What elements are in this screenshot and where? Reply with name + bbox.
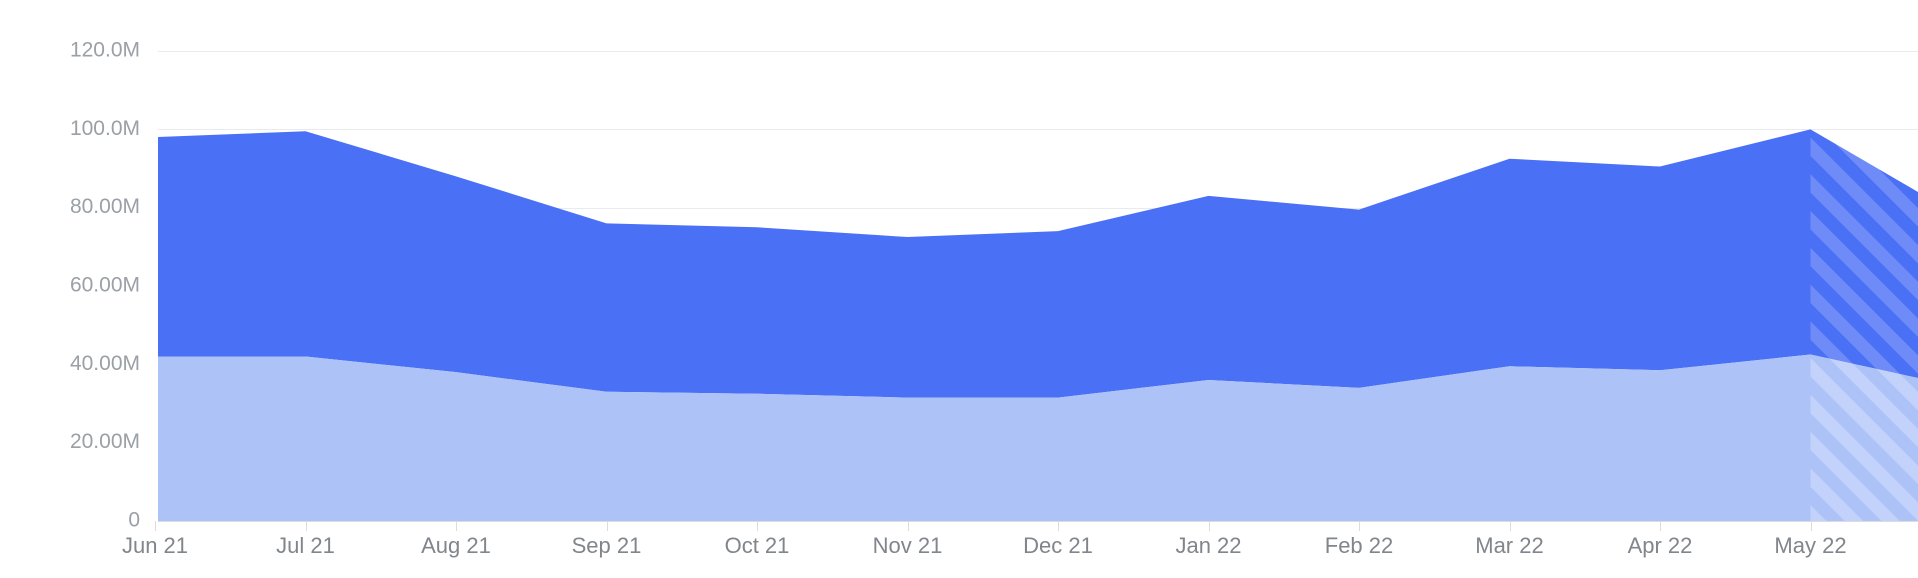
x-axis-tick-label: Dec 21 — [1023, 533, 1093, 558]
x-axis-tick-label: Jul 21 — [276, 533, 335, 558]
y-axis-tick-label: 0 — [128, 509, 140, 532]
upper-series-area — [158, 129, 1811, 398]
chart-areas — [158, 129, 1918, 521]
stacked-area-chart: 0 20.00M 40.00M 60.00M 80.00M 100.0M 120.0M Ju… — [0, 0, 1918, 578]
y-axis-tick-label: 100.0M — [70, 117, 140, 140]
x-axis-tick-label: Sep 21 — [572, 533, 642, 558]
x-axis-labels: Jun 21 Jul 21 Aug 21 Sep 21 Oct 21 Nov 21 Dec … — [122, 533, 1847, 558]
y-axis-tick-label: 120.0M — [70, 39, 140, 62]
y-axis-tick-label: 20.00M — [70, 430, 140, 453]
y-axis-tick-label: 40.00M — [70, 352, 140, 375]
x-axis-tick-label: Oct 21 — [725, 533, 790, 558]
lower-series-projection-area — [1810, 354, 1918, 521]
x-axis-tick-label: Feb 22 — [1325, 533, 1394, 558]
x-axis-tick-label: May 22 — [1774, 533, 1846, 558]
chart-canvas: 0 20.00M 40.00M 60.00M 80.00M 100.0M 120.0M Ju… — [70, 39, 1918, 558]
upper-series-projection-area — [1810, 129, 1918, 379]
x-axis-tick-label: Jan 22 — [1175, 533, 1241, 558]
x-axis-tick-label: Apr 22 — [1628, 533, 1693, 558]
x-axis-tick-label: Nov 21 — [873, 533, 943, 558]
y-axis-tick-label: 60.00M — [70, 274, 140, 297]
x-axis-ticks — [155, 521, 1812, 531]
x-axis-tick-label: Aug 21 — [421, 533, 491, 558]
y-axis-labels: 0 20.00M 40.00M 60.00M 80.00M 100.0M 120.0M — [70, 39, 140, 532]
x-axis-tick-label: Jun 21 — [122, 533, 188, 558]
y-axis-tick-label: 80.00M — [70, 195, 140, 218]
x-axis-tick-label: Mar 22 — [1475, 533, 1543, 558]
